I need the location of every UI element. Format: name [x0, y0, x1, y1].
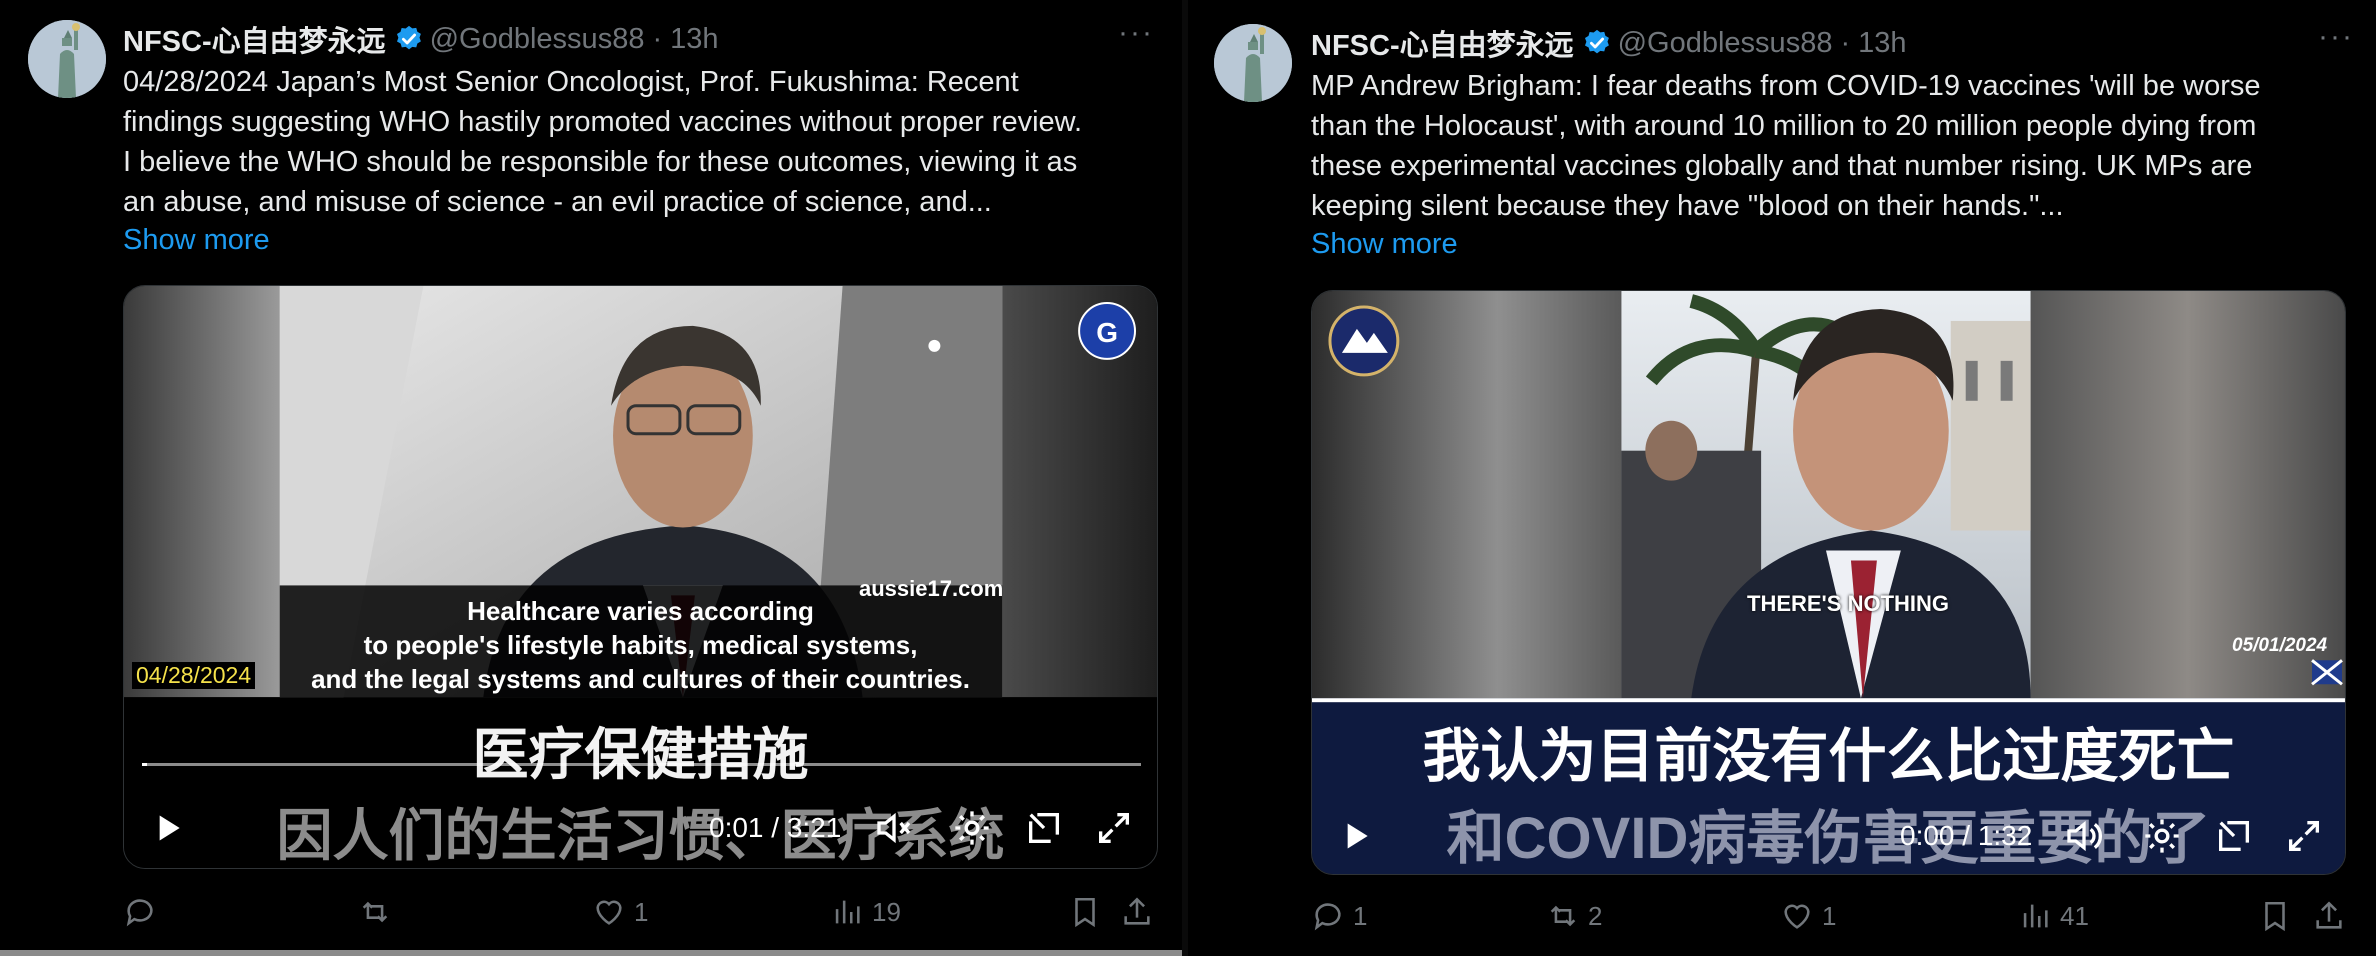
show-more-link[interactable]: Show more	[123, 224, 270, 257]
svg-text:G: G	[1096, 317, 1118, 348]
fullscreen-icon[interactable]	[2284, 816, 2324, 856]
mute-icon[interactable]	[874, 808, 914, 848]
statue-of-liberty-icon	[28, 20, 106, 98]
views-chart-icon	[835, 900, 860, 924]
reply-icon	[1314, 903, 1341, 931]
reply-button[interactable]	[123, 895, 165, 929]
caption-line: and the legal systems and cultures of th…	[311, 664, 970, 694]
volume-icon[interactable]	[2064, 816, 2104, 856]
bookmark-button[interactable]	[1068, 895, 1110, 929]
settings-gear-icon[interactable]	[2142, 816, 2182, 856]
video-caption-zh-1: 医疗保健措施	[472, 723, 809, 786]
heart-icon	[596, 900, 622, 925]
tweet-left: NFSC-心自由梦永远 @Godblessus88 · 13h ··· 04/2…	[0, 0, 1182, 956]
video-date-overlay: 05/01/2024	[2232, 635, 2328, 656]
bookmark-icon	[2265, 901, 2285, 932]
timestamp[interactable]: 13h	[670, 23, 718, 56]
verified-badge-icon	[396, 25, 421, 50]
video-caption-en: THERE'S NOTHING	[1747, 591, 1950, 616]
bookmark-icon	[1075, 897, 1095, 928]
repost-button[interactable]: 2	[1546, 899, 1602, 933]
timestamp[interactable]: 13h	[1858, 27, 1906, 60]
scroll-edge	[0, 950, 1182, 956]
like-button[interactable]: 1	[592, 895, 648, 929]
video-progress-bar[interactable]	[142, 763, 1141, 766]
fullscreen-icon[interactable]	[1094, 808, 1134, 848]
more-options-icon[interactable]: ···	[1118, 16, 1154, 50]
author-name[interactable]: NFSC-心自由梦永远	[123, 18, 386, 60]
picture-in-picture-icon[interactable]	[1024, 808, 1064, 848]
views-chart-icon	[2023, 904, 2048, 928]
share-icon	[2316, 901, 2342, 929]
tweet-header: NFSC-心自由梦永远 @Godblessus88 · 13h	[1311, 22, 1907, 64]
tweet-text: 04/28/2024 Japan’s Most Senior Oncologis…	[123, 66, 1083, 218]
like-button[interactable]: 1	[1780, 899, 1836, 933]
video-player[interactable]: THERE'S NOTHING 05/01/2024 我认为目前没有什么比过度死…	[1311, 290, 2346, 875]
avatar[interactable]	[28, 20, 106, 98]
tweet-text: MP Andrew Brigham: I fear deaths from CO…	[1311, 70, 2261, 222]
avatar[interactable]	[1214, 24, 1292, 102]
play-icon[interactable]	[1336, 816, 1376, 856]
settings-gear-icon[interactable]	[952, 808, 992, 848]
video-caption-en: Healthcare varies according to people's …	[124, 594, 1157, 696]
share-button[interactable]	[2312, 899, 2354, 933]
view-count: 19	[872, 896, 901, 927]
video-time: 0:00 / 1:32	[1900, 820, 2033, 851]
reply-button[interactable]: 1	[1311, 899, 1367, 933]
views-button[interactable]: 19	[830, 895, 901, 929]
video-time: 0:01 / 3:21	[709, 812, 842, 843]
author-handle[interactable]: @Godblessus88	[430, 23, 645, 56]
more-options-icon[interactable]: ···	[2318, 20, 2354, 54]
repost-count: 2	[1588, 900, 1603, 931]
video-progress-fill	[142, 763, 147, 766]
reply-icon	[126, 899, 153, 927]
play-icon[interactable]	[148, 808, 188, 848]
verified-badge-icon	[1584, 29, 1609, 54]
view-count: 41	[2060, 900, 2089, 931]
heart-icon	[1784, 904, 1810, 929]
views-button[interactable]: 41	[2018, 899, 2089, 933]
video-controls: 0:01 / 3:21	[124, 788, 1157, 868]
repost-icon	[362, 901, 388, 923]
video-player[interactable]: G aussie17.com 04/28/2024 Healthcare var…	[123, 285, 1158, 869]
tweet-right: NFSC-心自由梦永远 @Godblessus88 · 13h ··· MP A…	[1188, 0, 2376, 956]
tweet-header: NFSC-心自由梦永远 @Godblessus88 · 13h	[123, 18, 719, 60]
share-icon	[1124, 897, 1150, 925]
bookmark-button[interactable]	[2258, 899, 2300, 933]
repost-button[interactable]	[358, 895, 400, 929]
caption-line: Healthcare varies according	[467, 596, 814, 626]
separator-dot: ·	[652, 22, 663, 55]
separator-dot: ·	[1840, 26, 1851, 59]
video-controls: 0:00 / 1:32	[1312, 794, 2345, 874]
share-button[interactable]	[1120, 895, 1162, 929]
like-count: 1	[1822, 900, 1837, 931]
picture-in-picture-icon[interactable]	[2214, 816, 2254, 856]
author-name[interactable]: NFSC-心自由梦永远	[1311, 22, 1574, 64]
reply-count: 1	[1353, 900, 1368, 931]
repost-icon	[1550, 905, 1576, 927]
show-more-link[interactable]: Show more	[1311, 228, 1458, 261]
video-caption-zh-1: 我认为目前没有什么比过度死亡	[1422, 724, 2235, 789]
caption-line: to people's lifestyle habits, medical sy…	[363, 630, 918, 660]
author-handle[interactable]: @Godblessus88	[1618, 27, 1833, 60]
like-count: 1	[634, 896, 649, 927]
statue-of-liberty-icon	[1214, 24, 1292, 102]
